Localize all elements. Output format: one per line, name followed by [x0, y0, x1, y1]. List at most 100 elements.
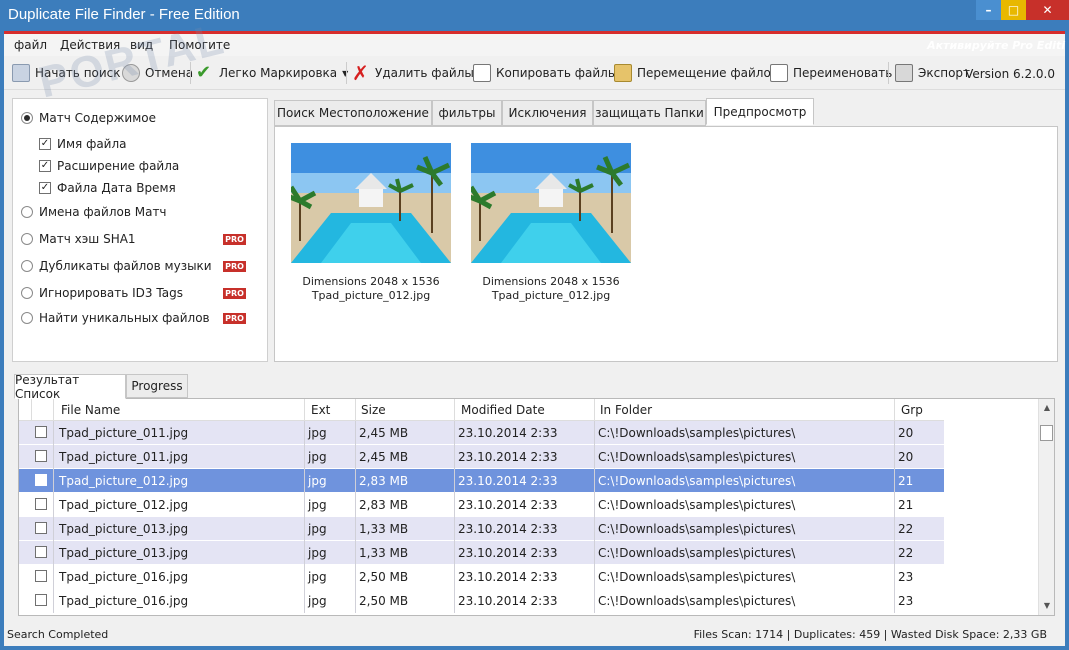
- row-checkbox[interactable]: [35, 594, 47, 606]
- column-size[interactable]: Size: [361, 403, 386, 417]
- sha1-option[interactable]: Матч хэш SHA1: [21, 232, 136, 246]
- table-row[interactable]: Tpad_picture_012.jpg jpg 2,83 MB 23.10.2014…: [19, 493, 944, 517]
- cell-file-name: Tpad_picture_013.jpg: [59, 546, 189, 560]
- column-divider: [594, 399, 595, 421]
- tab-progress[interactable]: Progress: [126, 374, 188, 398]
- cell-divider: [594, 493, 595, 517]
- tab-search-location[interactable]: Поиск Местоположение: [274, 100, 432, 126]
- scroll-thumb[interactable]: [1040, 425, 1053, 441]
- table-row[interactable]: Tpad_picture_013.jpg jpg 1,33 MB 23.10.2014…: [19, 517, 944, 541]
- cell-ext: jpg: [308, 546, 327, 560]
- rename-label: Переименовать: [793, 66, 893, 80]
- delete-files-button[interactable]: ✗ Удалить файлы: [352, 62, 474, 84]
- tab-exclusions[interactable]: Исключения: [502, 100, 593, 126]
- row-checkbox[interactable]: [35, 426, 47, 438]
- cell-size: 2,50 MB: [359, 594, 409, 608]
- cell-divider: [454, 565, 455, 589]
- activate-pro-link[interactable]: Активируйте Pro Editi: [927, 39, 1065, 52]
- cell-grp: 22: [898, 522, 914, 536]
- cell-divider: [454, 469, 455, 493]
- menu-file[interactable]: файл: [14, 38, 47, 52]
- vertical-scrollbar[interactable]: ▲ ▼: [1038, 399, 1054, 615]
- toolbar: Начать поиск Отмена ✔ Легко Маркировка ▼…: [4, 56, 1065, 90]
- column-ext[interactable]: Ext: [311, 403, 330, 417]
- maximize-button[interactable]: □: [1001, 0, 1026, 20]
- scroll-up-icon[interactable]: ▲: [1039, 401, 1054, 415]
- checkbox-checked[interactable]: ✓: [39, 160, 51, 172]
- file-name-option[interactable]: ✓ Имя файла: [39, 137, 127, 151]
- match-names-option[interactable]: Имена файлов Матч: [21, 205, 167, 219]
- move-files-button[interactable]: Перемещение файлов: [614, 62, 778, 84]
- file-datetime-option[interactable]: ✓ Файла Дата Время: [39, 181, 176, 195]
- rename-button[interactable]: Переименовать: [770, 62, 892, 84]
- match-names-label: Имена файлов Матч: [39, 205, 167, 219]
- preview-filename: Tpad_picture_012.jpg: [491, 289, 611, 302]
- close-button[interactable]: ✕: [1026, 0, 1069, 20]
- preview-image[interactable]: [471, 143, 631, 263]
- tab-result-list[interactable]: Результат Список: [14, 373, 126, 401]
- rename-icon: [770, 64, 788, 82]
- row-checkbox[interactable]: [35, 498, 47, 510]
- row-checkbox[interactable]: [35, 522, 47, 534]
- table-row[interactable]: Tpad_picture_011.jpg jpg 2,45 MB 23.10.2014…: [19, 421, 944, 445]
- table-row[interactable]: Tpad_picture_013.jpg jpg 1,33 MB 23.10.2014…: [19, 541, 944, 565]
- table-row[interactable]: Tpad_picture_016.jpg jpg 2,50 MB 23.10.2014…: [19, 565, 944, 589]
- cell-divider: [53, 445, 54, 469]
- extension-label: Расширение файла: [57, 159, 180, 173]
- unique-option[interactable]: Найти уникальных файлов: [21, 311, 210, 325]
- radio[interactable]: [21, 312, 33, 324]
- start-search-button[interactable]: Начать поиск: [12, 62, 121, 84]
- menu-actions[interactable]: Действия: [60, 38, 120, 52]
- radio[interactable]: [21, 206, 33, 218]
- cancel-button[interactable]: Отмена: [122, 62, 193, 84]
- menu-help[interactable]: Помогите: [169, 38, 230, 52]
- preview-caption: Dimensions 2048 x 1536 Tpad_picture_012.…: [291, 275, 451, 303]
- cell-size: 2,83 MB: [359, 498, 409, 512]
- table-row[interactable]: Tpad_picture_011.jpg jpg 2,45 MB 23.10.2014…: [19, 445, 944, 469]
- export-button[interactable]: Экспорт: [895, 62, 970, 84]
- extension-option[interactable]: ✓ Расширение файла: [39, 159, 179, 173]
- copy-files-button[interactable]: Копировать файлы: [473, 62, 617, 84]
- row-checkbox[interactable]: [35, 546, 47, 558]
- preview-image[interactable]: [291, 143, 451, 263]
- id3-option[interactable]: Игнорировать ID3 Tags: [21, 286, 183, 300]
- radio[interactable]: [21, 260, 33, 272]
- row-checkbox[interactable]: [35, 474, 47, 486]
- column-divider: [31, 399, 32, 421]
- row-checkbox[interactable]: [35, 570, 47, 582]
- cell-modified-date: 23.10.2014 2:33: [458, 450, 558, 464]
- scroll-down-icon[interactable]: ▼: [1039, 599, 1054, 613]
- preview-filename: Tpad_picture_012.jpg: [311, 289, 431, 302]
- radio-selected[interactable]: [21, 112, 33, 124]
- cell-divider: [894, 493, 895, 517]
- column-modified-date[interactable]: Modified Date: [461, 403, 545, 417]
- row-checkbox[interactable]: [35, 450, 47, 462]
- cell-divider: [355, 541, 356, 565]
- music-option[interactable]: Дубликаты файлов музыки: [21, 259, 212, 273]
- checkbox-checked[interactable]: ✓: [39, 182, 51, 194]
- cell-divider: [53, 541, 54, 565]
- tab-preview[interactable]: Предпросмотр: [706, 98, 814, 125]
- cell-grp: 20: [898, 450, 914, 464]
- radio[interactable]: [21, 287, 33, 299]
- cell-divider: [894, 565, 895, 589]
- tab-filters[interactable]: фильтры: [432, 100, 502, 126]
- easy-mark-button[interactable]: ✔ Легко Маркировка ▼: [196, 62, 348, 84]
- match-content-option[interactable]: Матч Содержимое: [21, 111, 156, 125]
- cell-divider: [355, 445, 356, 469]
- column-in-folder[interactable]: In Folder: [600, 403, 652, 417]
- column-file-name[interactable]: File Name: [61, 403, 120, 417]
- checkbox-checked[interactable]: ✓: [39, 138, 51, 150]
- tab-protect-folders[interactable]: защищать Папки: [593, 100, 706, 126]
- radio[interactable]: [21, 233, 33, 245]
- column-grp[interactable]: Grp: [901, 403, 923, 417]
- menu-view[interactable]: вид: [130, 38, 153, 52]
- cell-divider: [594, 469, 595, 493]
- cell-grp: 23: [898, 594, 914, 608]
- cell-modified-date: 23.10.2014 2:33: [458, 594, 558, 608]
- sha1-label: Матч хэш SHA1: [39, 232, 136, 246]
- pro-badge: PRO: [223, 313, 246, 324]
- table-row[interactable]: Tpad_picture_012.jpg jpg 2,83 MB 23.10.2014…: [19, 469, 944, 493]
- table-row[interactable]: Tpad_picture_016.jpg jpg 2,50 MB 23.10.2014…: [19, 589, 944, 613]
- minimize-button[interactable]: –: [976, 0, 1001, 20]
